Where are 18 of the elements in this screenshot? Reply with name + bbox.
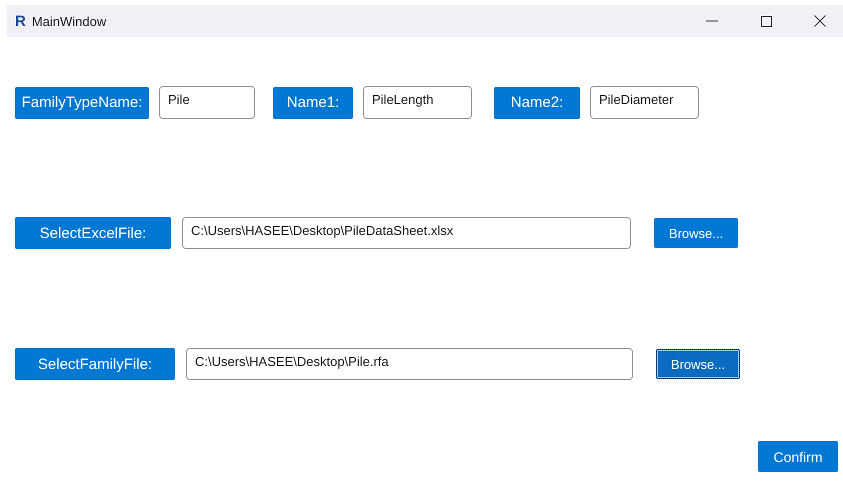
confirm-button[interactable]: Confirm [758,441,838,472]
text-field[interactable]: PileDiameter [590,86,699,119]
app-logo: R [15,12,26,30]
field-label: Name1: [273,86,353,118]
maximize-icon [760,16,772,26]
field-label: SelectFamilyFile: [15,348,175,380]
minimize-icon [706,20,718,22]
browse-button[interactable]: Browse... [654,218,738,248]
field-label: Name2: [494,86,580,118]
file-path-field[interactable]: C:\Users\HASEE\Desktop\PileDataSheet.xlsx [182,217,631,249]
browse-button[interactable]: Browse... [656,349,740,379]
field-label: SelectExcelFile: [15,217,171,249]
close-icon [814,15,826,27]
file-path-field[interactable]: C:\Users\HASEE\Desktop\Pile.rfa [186,348,633,380]
text-field[interactable]: Pile [159,86,255,119]
text-field[interactable]: PileLength [363,86,472,119]
field-label: FamilyTypeName: [15,86,149,118]
window-title: MainWindow [32,14,108,28]
